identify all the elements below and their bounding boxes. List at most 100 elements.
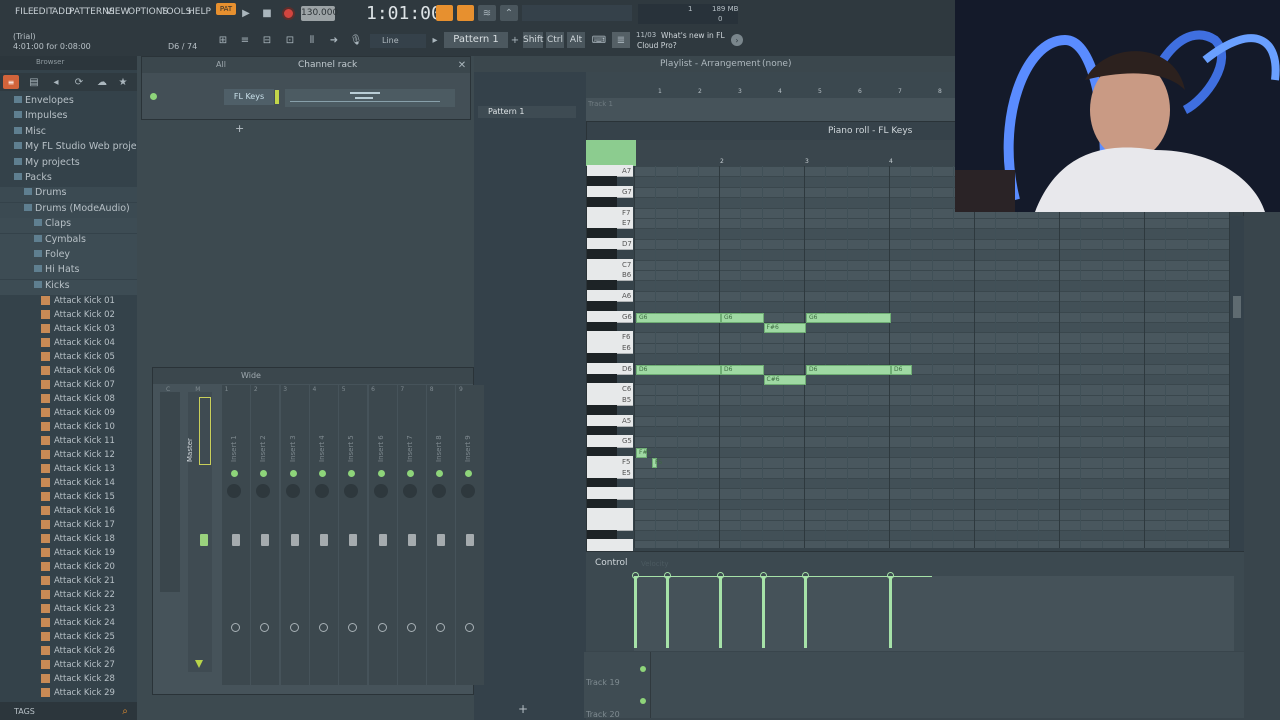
browser-folder[interactable]: Envelopes — [0, 95, 137, 110]
piano-roll-note[interactable]: C#6 — [763, 375, 806, 385]
piano-roll-note[interactable]: D6 — [806, 364, 891, 375]
browser-file[interactable]: Attack Kick 13 — [0, 463, 137, 477]
insert-fader[interactable] — [290, 534, 299, 546]
piano-roll-note[interactable]: G6 — [721, 312, 764, 323]
browser-file[interactable]: Attack Kick 01 — [0, 295, 137, 309]
master-fader[interactable] — [200, 534, 208, 546]
menu-view[interactable]: VIEW — [106, 7, 129, 17]
record-button[interactable] — [282, 7, 295, 20]
snap-selector[interactable]: Line — [370, 34, 426, 48]
insert-send-knob[interactable] — [289, 623, 299, 632]
loop-record-icon[interactable]: ⌃ — [500, 5, 518, 21]
browser-file[interactable]: Attack Kick 12 — [0, 449, 137, 463]
metronome-button[interactable] — [436, 5, 453, 21]
velocity-bar[interactable] — [719, 576, 722, 648]
piano-white-key[interactable] — [587, 539, 633, 552]
browser-file[interactable]: Attack Kick 22 — [0, 589, 137, 603]
insert-fader[interactable] — [261, 534, 270, 546]
browser-file[interactable]: Attack Kick 10 — [0, 421, 137, 435]
browser-file[interactable]: Attack Kick 23 — [0, 603, 137, 617]
stop-icon[interactable]: ■ — [259, 5, 275, 21]
tool-icon-1[interactable]: ⊞ — [214, 32, 232, 48]
piano-roll-note[interactable]: G6 — [806, 312, 891, 323]
browser-file[interactable]: Attack Kick 25 — [0, 631, 137, 645]
browser-file[interactable]: Attack Kick 20 — [0, 561, 137, 575]
news-close-icon[interactable]: › — [731, 34, 743, 46]
track-19-led[interactable] — [640, 666, 646, 672]
browser-file[interactable]: Attack Kick 16 — [0, 505, 137, 519]
pattern-selector[interactable]: Pattern 1 — [444, 32, 508, 48]
insert-fader[interactable] — [378, 534, 387, 546]
browser-file[interactable]: Attack Kick 06 — [0, 365, 137, 379]
browser-file[interactable]: Attack Kick 07 — [0, 379, 137, 393]
insert-fader[interactable] — [407, 534, 416, 546]
browser-file[interactable]: Attack Kick 17 — [0, 519, 137, 533]
browser-star-icon[interactable]: ★ — [116, 75, 130, 89]
browser-file[interactable]: Attack Kick 02 — [0, 309, 137, 323]
insert-fader[interactable] — [437, 534, 446, 546]
tool-icon-4[interactable]: ⊡ — [281, 32, 299, 48]
wait-icon[interactable]: ≋ — [478, 5, 496, 21]
channel-select-led[interactable] — [275, 90, 279, 104]
insert-pan-knob[interactable] — [285, 484, 300, 498]
mixer-icon[interactable]: ⫴ — [303, 32, 321, 48]
browser-cloud-icon[interactable]: ☁ — [95, 75, 109, 89]
playlist-add-button[interactable]: + — [518, 702, 528, 716]
browser-file-icon[interactable]: ▤ — [27, 75, 41, 89]
channel-name-button[interactable]: FL Keys — [224, 89, 274, 105]
browser-file[interactable]: Attack Kick 29 — [0, 687, 137, 701]
velocity-bar[interactable] — [665, 576, 669, 648]
tool-icon-2[interactable]: ≡ — [236, 32, 254, 48]
browser-menu-icon[interactable]: ≡ — [3, 75, 19, 89]
channel-filter[interactable]: All — [216, 60, 226, 69]
piano-roll-note[interactable]: D6 — [636, 364, 721, 375]
menu-file[interactable]: FILE — [15, 7, 34, 17]
insert-pan-knob[interactable] — [432, 484, 447, 498]
velocity-bar[interactable] — [634, 576, 637, 648]
control-target[interactable]: Velocity — [641, 560, 668, 568]
piano-roll-note[interactable]: G6 — [636, 312, 721, 323]
browser-file[interactable]: Attack Kick 08 — [0, 393, 137, 407]
insert-mute-led[interactable] — [318, 470, 326, 477]
play-icon[interactable]: ▶ — [238, 5, 254, 21]
insert-pan-knob[interactable] — [373, 484, 388, 498]
countdown-button[interactable] — [457, 5, 474, 21]
pattern-add-icon[interactable]: + — [510, 33, 520, 47]
insert-fader[interactable] — [466, 534, 475, 546]
typing-keyboard-icon[interactable]: ⌨ — [590, 32, 608, 48]
mixer-mode[interactable]: Wide — [241, 371, 261, 380]
insert-pan-knob[interactable] — [314, 484, 329, 498]
browser-subfolder[interactable]: Hi Hats — [0, 264, 137, 280]
browser-file[interactable]: Attack Kick 04 — [0, 337, 137, 351]
insert-mute-led[interactable] — [377, 470, 385, 477]
browser-file[interactable]: Attack Kick 21 — [0, 575, 137, 589]
news-line2[interactable]: Cloud Pro? — [637, 41, 677, 50]
piano-roll-note[interactable]: F#6 — [763, 323, 806, 333]
browser-folder[interactable]: My FL Studio Web projects — [0, 141, 137, 156]
browser-file[interactable]: Attack Kick 05 — [0, 351, 137, 365]
browser-subfolder[interactable]: Claps — [0, 218, 137, 234]
browser-file[interactable]: Attack Kick 27 — [0, 659, 137, 673]
browser-subfolder[interactable]: Cymbals — [0, 233, 137, 249]
browser-back-icon[interactable]: ◂ — [49, 75, 63, 89]
piano-roll-note[interactable]: F5 — [651, 458, 662, 469]
shift-key[interactable]: Shift — [523, 32, 543, 48]
tempo-display[interactable]: 130.000 — [301, 6, 338, 21]
browser-file[interactable]: Attack Kick 24 — [0, 617, 137, 631]
browser-file[interactable]: Attack Kick 11 — [0, 435, 137, 449]
channel-add-button[interactable]: + — [235, 122, 244, 135]
piano-roll-note[interactable]: D6 — [891, 364, 913, 375]
news-line1[interactable]: What's new in FL — [661, 31, 725, 40]
tags-label[interactable]: TAGS — [14, 707, 35, 716]
search-icon[interactable]: ⌕ — [118, 704, 132, 718]
ctrl-key[interactable]: Ctrl — [546, 32, 564, 48]
control-label[interactable]: Control — [595, 558, 628, 568]
insert-pan-knob[interactable] — [402, 484, 417, 498]
browser-folder[interactable]: Misc — [0, 126, 137, 141]
velocity-bar[interactable] — [761, 576, 765, 648]
browser-subfolder[interactable]: Kicks — [0, 279, 137, 295]
browser-folder[interactable]: Impulses — [0, 110, 137, 125]
insert-send-knob[interactable] — [377, 623, 387, 632]
velocity-bar[interactable] — [804, 576, 807, 648]
menu-tools[interactable]: TOOLS — [161, 7, 191, 17]
